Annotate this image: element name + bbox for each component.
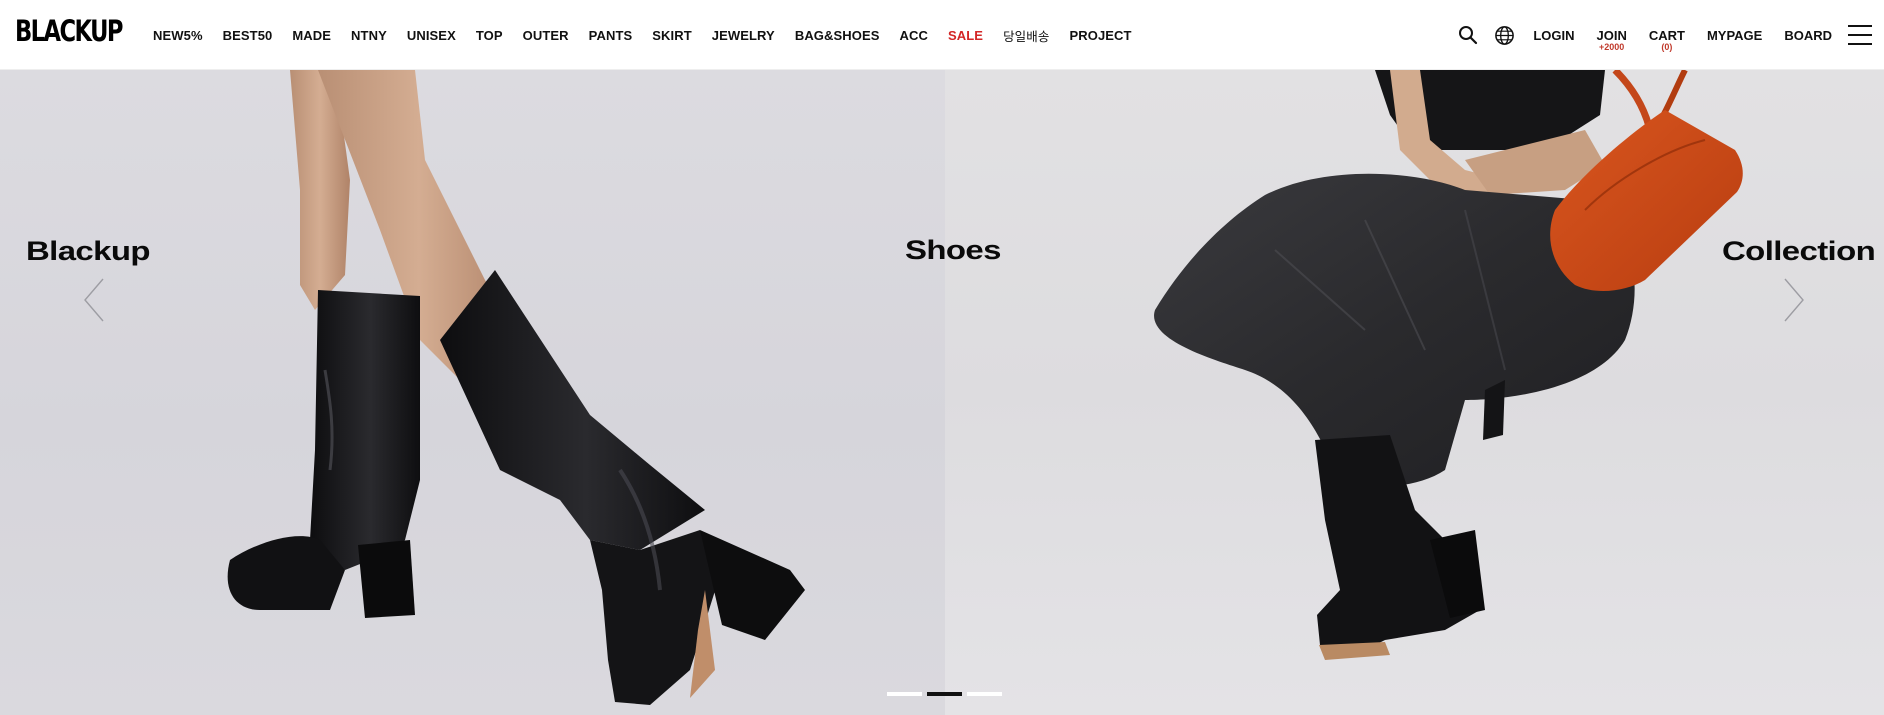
hero-word-blackup: Blackup — [26, 236, 150, 266]
next-slide-button[interactable] — [1774, 270, 1814, 330]
brand-logo[interactable]: BLACKUP — [15, 14, 123, 48]
boots-photo — [227, 70, 805, 705]
cart-link[interactable]: CART (0) — [1648, 27, 1685, 52]
join-link[interactable]: JOIN +2000 — [1596, 27, 1627, 52]
slider-pagination — [887, 692, 1002, 696]
nav-item-skirt[interactable]: SKIRT — [652, 28, 692, 43]
prev-slide-button[interactable] — [74, 270, 114, 330]
search-icon[interactable] — [1457, 24, 1479, 46]
cart-label: CART — [1648, 27, 1685, 43]
hero-image-model — [945, 70, 1884, 715]
pager-dot-2[interactable] — [927, 692, 962, 696]
join-label: JOIN — [1596, 27, 1627, 43]
hero-slider: Blackup Shoes Collection — [0, 70, 1884, 715]
board-link[interactable]: BOARD — [1784, 28, 1832, 43]
mypage-link[interactable]: MYPAGE — [1707, 28, 1762, 43]
nav-item-acc[interactable]: ACC — [900, 28, 928, 43]
nav-item-project[interactable]: PROJECT — [1069, 28, 1131, 43]
nav-item-bag-shoes[interactable]: BAG&SHOES — [795, 28, 880, 43]
login-link[interactable]: LOGIN — [1533, 28, 1574, 43]
nav-item-new5[interactable]: NEW5% — [153, 28, 203, 43]
nav-item-same-day-delivery[interactable]: 당일배송 — [1003, 26, 1049, 45]
chevron-left-icon — [84, 278, 104, 322]
globe-icon[interactable] — [1493, 24, 1515, 46]
nav-item-outer[interactable]: OUTER — [523, 28, 569, 43]
hamburger-menu-icon[interactable] — [1848, 25, 1872, 45]
cart-count-badge: (0) — [1661, 41, 1673, 52]
hero-word-shoes: Shoes — [905, 235, 1001, 265]
hero-word-collection: Collection — [1722, 236, 1876, 266]
join-points-badge: +2000 — [1599, 41, 1625, 52]
nav-item-best50[interactable]: BEST50 — [223, 28, 273, 43]
nav-item-jewelry[interactable]: JEWELRY — [712, 28, 775, 43]
pager-dot-3[interactable] — [967, 692, 1002, 696]
main-nav: NEW5% BEST50 MADE NTNY UNISEX TOP OUTER … — [153, 0, 1152, 70]
nav-item-sale[interactable]: SALE — [948, 28, 983, 43]
nav-item-made[interactable]: MADE — [292, 28, 331, 43]
model-photo — [1154, 70, 1743, 660]
pager-dot-1[interactable] — [887, 692, 922, 696]
chevron-right-icon — [1784, 278, 1804, 322]
site-header: BLACKUP NEW5% BEST50 MADE NTNY UNISEX TO… — [0, 0, 1884, 70]
nav-item-pants[interactable]: PANTS — [589, 28, 633, 43]
hero-image-boots — [0, 70, 945, 715]
nav-item-unisex[interactable]: UNISEX — [407, 28, 456, 43]
utility-nav: LOGIN JOIN +2000 CART (0) MYPAGE BOARD — [1457, 0, 1884, 70]
nav-item-top[interactable]: TOP — [476, 28, 503, 43]
nav-item-ntny[interactable]: NTNY — [351, 28, 387, 43]
